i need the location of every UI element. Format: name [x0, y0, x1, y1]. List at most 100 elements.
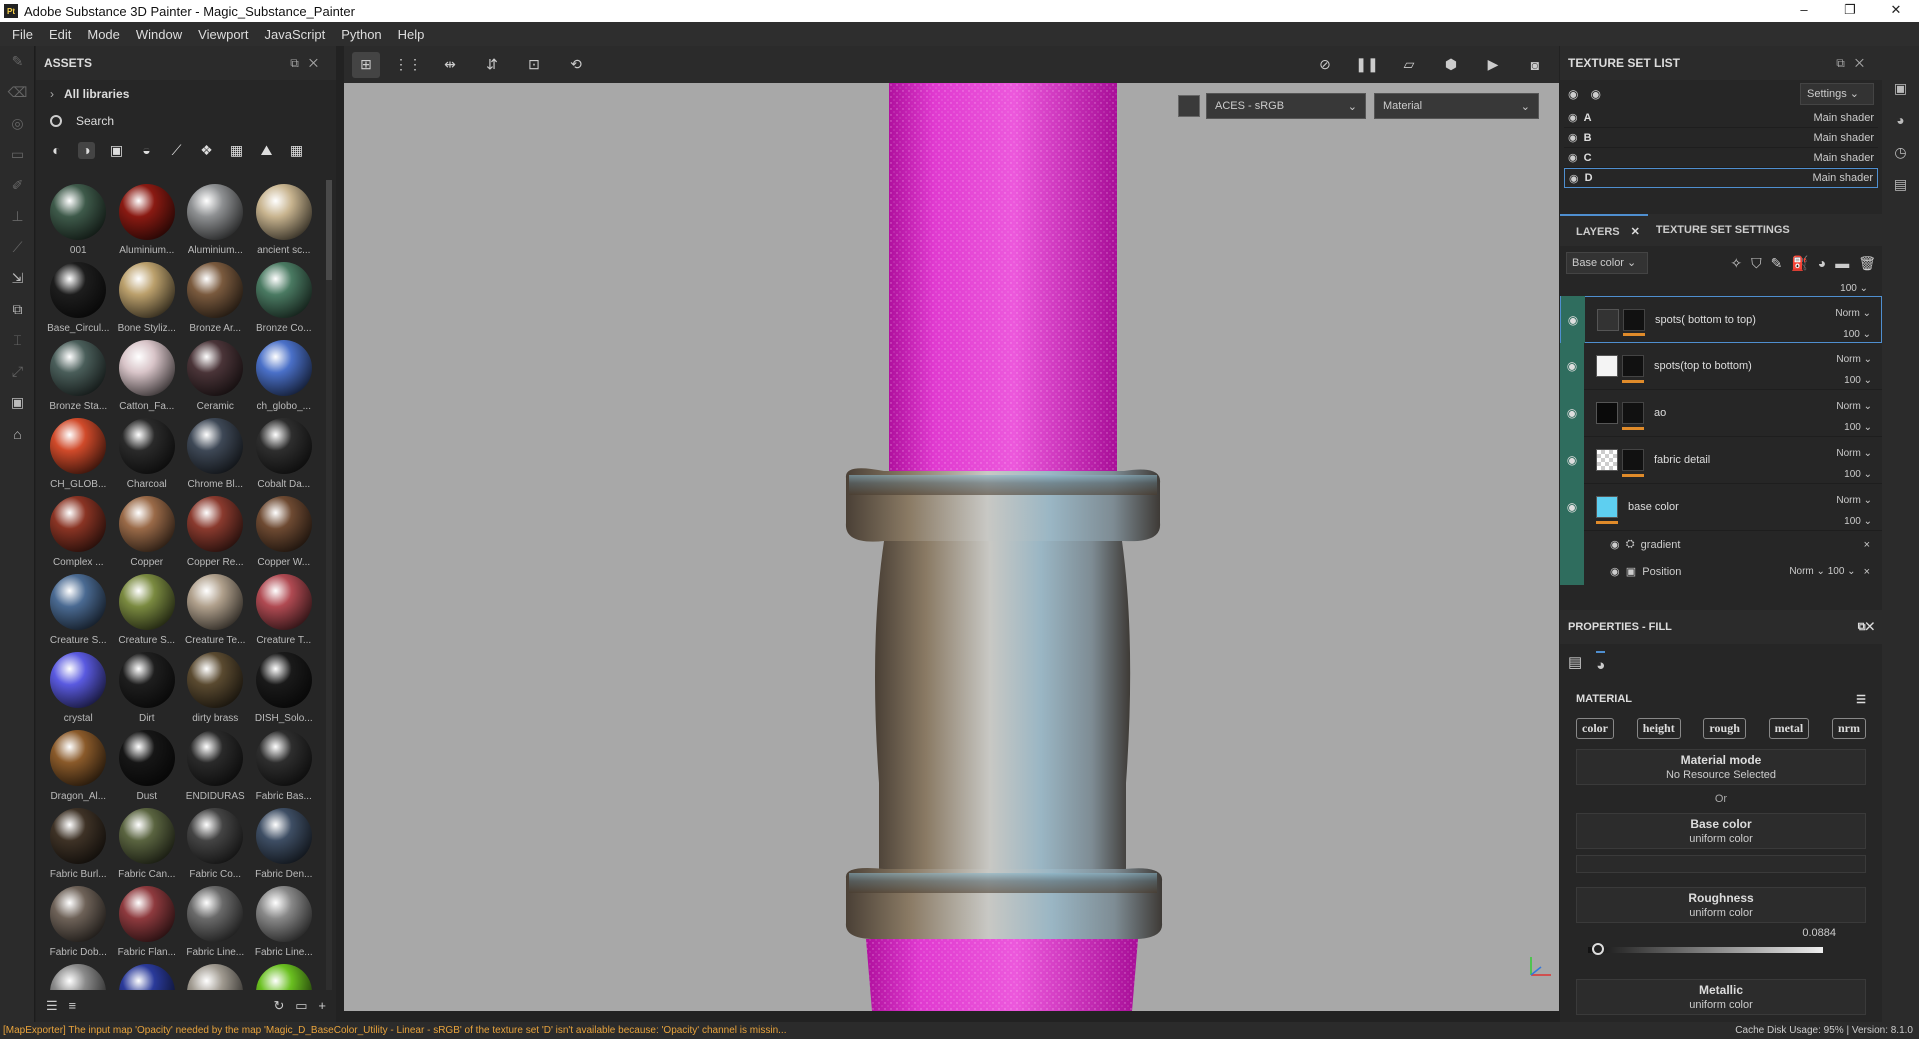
tiling-icon[interactable]: ⋮⋮	[394, 52, 422, 78]
material-tile[interactable]: Base_Circul...	[44, 258, 113, 336]
visibility-all-icon[interactable]: ◉	[1568, 87, 1578, 101]
filter-brush-icon[interactable]: ⟋	[168, 142, 185, 159]
material-tile[interactable]: DISH_Solo...	[250, 648, 319, 726]
menu-python[interactable]: Python	[333, 27, 389, 42]
material-tile[interactable]: Dirt	[113, 648, 182, 726]
assets-scrollbar[interactable]	[326, 180, 332, 990]
list-view-icon[interactable]: ☰	[46, 998, 58, 1013]
float-icon[interactable]: ⧉	[1836, 56, 1855, 70]
material-tile[interactable]: Fabric Dob...	[44, 882, 113, 960]
screenshot-icon[interactable]: ◙	[1521, 52, 1549, 78]
blend-controls[interactable]: Norm ⌄ 100 ⌄	[1836, 443, 1872, 485]
texture-set-icon[interactable]: ▣	[1882, 72, 1919, 104]
channel-dropdown[interactable]: Base color ⌄	[1566, 252, 1648, 274]
add-icon[interactable]: +	[318, 998, 326, 1013]
minimize-button[interactable]: –	[1781, 0, 1827, 22]
filter-filter-icon[interactable]: ◒	[138, 142, 155, 159]
material-tile[interactable]: Bone Styliz...	[113, 258, 182, 336]
layer-row[interactable]: ◉ spots( bottom to top) Norm ⌄ 100 ⌄	[1560, 296, 1882, 343]
eye-icon[interactable]: ◉	[1590, 87, 1600, 101]
grid-view-icon[interactable]: ▦	[288, 142, 305, 159]
projection-icon[interactable]: ◎	[0, 108, 35, 139]
material-tile[interactable]: Complex ...	[44, 492, 113, 570]
menu-window[interactable]: Window	[128, 27, 190, 42]
eye-icon[interactable]: ◉	[1610, 565, 1620, 578]
chip-metal[interactable]: metal	[1768, 718, 1810, 739]
viewport-3d[interactable]: ACES - sRGB ⌄ Material ⌄	[344, 83, 1559, 1011]
filter-texture-icon[interactable]: ▦	[228, 142, 245, 159]
close-icon[interactable]: ✕	[1866, 621, 1874, 633]
display-mode-select[interactable]: Material ⌄	[1374, 93, 1539, 119]
folder-icon[interactable]: ▭	[295, 998, 307, 1013]
add-smart-material-icon[interactable]: ◕	[1818, 255, 1826, 272]
material-tab-icon[interactable]: ◕	[1596, 650, 1606, 674]
filter-material-icon[interactable]: ◐	[48, 142, 65, 159]
sort-icon[interactable]: ≡	[69, 998, 77, 1013]
layer-row[interactable]: ◉ ao Norm ⌄ 100 ⌄	[1560, 389, 1882, 437]
menu-viewport[interactable]: Viewport	[190, 27, 256, 42]
eye-icon[interactable]: ◉	[1561, 296, 1585, 343]
history-icon[interactable]: ⟲	[562, 52, 590, 78]
material-tile[interactable]: Creature S...	[44, 570, 113, 648]
roughness-button[interactable]: Roughness uniform color	[1576, 887, 1866, 923]
material-tile[interactable]: Cobalt Da...	[250, 414, 319, 492]
material-tile[interactable]: CH_GLOB...	[44, 414, 113, 492]
tab-texture-set-settings[interactable]: TEXTURE SET SETTINGS	[1648, 214, 1798, 246]
slider-handle[interactable]	[1592, 943, 1604, 955]
maximize-button[interactable]: ❐	[1827, 0, 1873, 22]
add-paint-layer-icon[interactable]: ✎	[1771, 255, 1783, 272]
menu-mode[interactable]: Mode	[79, 27, 128, 42]
close-button[interactable]: ✕	[1873, 0, 1919, 22]
all-libraries[interactable]: › All libraries	[36, 80, 336, 108]
material-tile[interactable]: dirty brass	[181, 648, 250, 726]
material-tile[interactable]: Creature T...	[250, 570, 319, 648]
clone-icon[interactable]: ✐	[0, 170, 35, 201]
texture-set-row[interactable]: ◉ C Main shader	[1564, 148, 1878, 168]
colorspace-select[interactable]: ACES - sRGB ⌄	[1206, 93, 1366, 119]
material-tile[interactable]: Bronze Sta...	[44, 336, 113, 414]
add-folder-icon[interactable]: ▬	[1835, 255, 1849, 272]
layer-row[interactable]: ◉ spots(top to bottom) Norm ⌄ 100 ⌄	[1560, 342, 1882, 390]
remove-icon[interactable]: ×	[1864, 566, 1870, 578]
material-tile[interactable]: Fabric Den...	[250, 804, 319, 882]
material-tile[interactable]: Copper	[113, 492, 182, 570]
material-tile[interactable]: 001	[44, 180, 113, 258]
history-icon[interactable]: ◷	[1882, 136, 1919, 168]
material-tile[interactable]	[181, 960, 250, 990]
material-tile[interactable]	[250, 960, 319, 990]
eye-icon[interactable]: ◉	[1568, 151, 1578, 164]
float-icon[interactable]: ⧉	[290, 56, 309, 70]
chip-nrm[interactable]: nrm	[1831, 718, 1866, 739]
texture-set-row[interactable]: ◉ D Main shader	[1564, 168, 1878, 188]
eye-icon[interactable]: ◉	[1560, 483, 1584, 531]
log-icon[interactable]: ▤	[1882, 168, 1919, 200]
close-icon[interactable]: ✕	[1855, 56, 1874, 70]
base-color-swatch[interactable]	[1576, 855, 1866, 873]
material-tile[interactable]: Fabric Burl...	[44, 804, 113, 882]
menu-icon[interactable]: ☰	[1856, 693, 1866, 706]
camera-icon[interactable]: ▶	[1479, 52, 1507, 78]
float-icon[interactable]: ⧉	[1858, 621, 1866, 633]
3d-view-icon[interactable]: ⬢	[1437, 52, 1465, 78]
roughness-slider[interactable]	[1576, 939, 1866, 959]
eye-icon[interactable]: ◉	[1560, 389, 1584, 437]
material-tile[interactable]: Bronze Ar...	[181, 258, 250, 336]
remove-icon[interactable]: ×	[1864, 539, 1870, 551]
material-tile[interactable]: ENDIDURAS	[181, 726, 250, 804]
filter-mask-icon[interactable]: ▣	[108, 142, 125, 159]
eye-icon[interactable]: ◉	[1568, 111, 1578, 124]
material-tile[interactable]: Fabric Can...	[113, 804, 182, 882]
uv-grid-icon[interactable]: ⊞	[352, 51, 380, 78]
export-icon[interactable]: ▣	[0, 387, 35, 418]
material-tile[interactable]: Catton_Fa...	[113, 336, 182, 414]
display-settings-icon[interactable]: ⌂	[0, 418, 35, 449]
material-tile[interactable]: Creature S...	[113, 570, 182, 648]
refresh-icon[interactable]: ↻	[274, 998, 285, 1013]
pause-icon[interactable]: ❚❚	[1353, 52, 1381, 78]
color-preview-icon[interactable]	[1178, 95, 1200, 117]
filter-smart-material-icon[interactable]: ◑	[78, 141, 95, 159]
layer-row[interactable]: ◉ fabric detail Norm ⌄ 100 ⌄	[1560, 436, 1882, 485]
eye-icon[interactable]: ◉	[1610, 538, 1620, 551]
blend-controls[interactable]: Norm ⌄ 100 ⌄	[1835, 303, 1871, 345]
base-color-button[interactable]: Base color uniform color	[1576, 813, 1866, 849]
